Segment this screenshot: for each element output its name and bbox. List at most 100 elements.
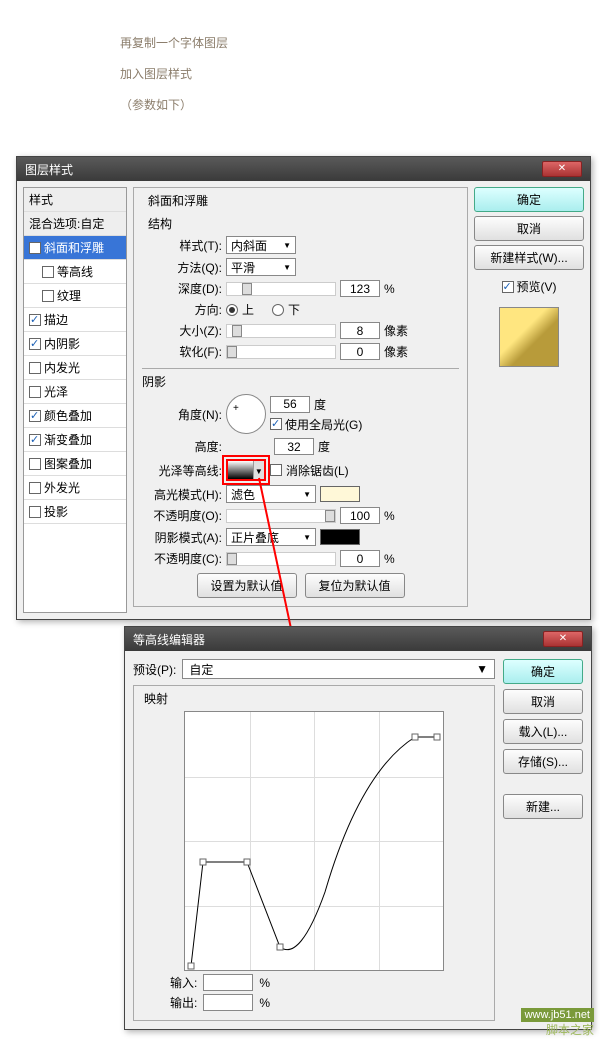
- highlight-mode-label: 高光模式(H):: [142, 486, 222, 503]
- direction-down-radio[interactable]: [272, 304, 284, 316]
- style-item[interactable]: 光泽: [24, 380, 126, 404]
- shadow-color-swatch[interactable]: [320, 529, 360, 545]
- style-checkbox[interactable]: [29, 458, 41, 470]
- method-combo[interactable]: 平滑▼: [226, 258, 296, 276]
- styles-list: 样式 混合选项:自定 斜面和浮雕等高线纹理描边内阴影内发光光泽颜色叠加渐变叠加图…: [23, 187, 127, 613]
- style-checkbox[interactable]: [42, 266, 54, 278]
- style-item[interactable]: 纹理: [24, 284, 126, 308]
- preset-label: 预设(P):: [133, 661, 176, 678]
- output-value[interactable]: [203, 994, 253, 1011]
- depth-input[interactable]: [340, 280, 380, 297]
- chevron-down-icon: ▼: [303, 490, 311, 499]
- global-light-checkbox[interactable]: [270, 418, 282, 430]
- angle-dial[interactable]: [226, 394, 266, 434]
- shadow-opacity-input[interactable]: [340, 550, 380, 567]
- chevron-down-icon: ▼: [253, 461, 264, 479]
- dialog-title: 等高线编辑器: [133, 631, 205, 648]
- style-checkbox[interactable]: [29, 362, 41, 374]
- size-label: 大小(Z):: [142, 322, 222, 339]
- style-item[interactable]: 描边: [24, 308, 126, 332]
- titlebar[interactable]: 图层样式 ✕: [17, 157, 590, 181]
- style-checkbox[interactable]: [29, 482, 41, 494]
- style-checkbox[interactable]: [29, 386, 41, 398]
- dialog-title: 图层样式: [25, 161, 73, 178]
- ok-button[interactable]: 确定: [503, 659, 583, 684]
- close-icon[interactable]: ✕: [542, 161, 582, 177]
- style-combo[interactable]: 内斜面▼: [226, 236, 296, 254]
- cancel-button[interactable]: 取消: [503, 689, 583, 714]
- new-button[interactable]: 新建...: [503, 794, 583, 819]
- structure-title: 结构: [148, 215, 459, 232]
- style-checkbox[interactable]: [29, 242, 41, 254]
- size-input[interactable]: [340, 322, 380, 339]
- soften-slider[interactable]: [226, 345, 336, 359]
- highlight-opacity-input[interactable]: [340, 507, 380, 524]
- style-item-label: 渐变叠加: [44, 431, 92, 448]
- style-item[interactable]: 投影: [24, 500, 126, 524]
- preset-combo[interactable]: 自定▼: [182, 659, 495, 679]
- highlight-opacity-slider[interactable]: [226, 509, 336, 523]
- altitude-input[interactable]: [274, 438, 314, 455]
- load-button[interactable]: 载入(L)...: [503, 719, 583, 744]
- save-button[interactable]: 存储(S)...: [503, 749, 583, 774]
- angle-input[interactable]: [270, 396, 310, 413]
- shadow-mode-label: 阴影模式(A):: [142, 529, 222, 546]
- style-item[interactable]: 等高线: [24, 260, 126, 284]
- watermark: www.jb51.net 脚本之家: [521, 1006, 594, 1038]
- direction-label: 方向:: [142, 301, 222, 318]
- chevron-down-icon: ▼: [283, 263, 291, 272]
- style-item-label: 斜面和浮雕: [44, 239, 104, 256]
- style-item[interactable]: 内阴影: [24, 332, 126, 356]
- style-checkbox[interactable]: [42, 290, 54, 302]
- instruction-text: 再复制一个字体图层 加入图层样式 （参数如下）: [120, 25, 228, 117]
- depth-slider[interactable]: [226, 282, 336, 296]
- style-checkbox[interactable]: [29, 314, 41, 326]
- style-item[interactable]: 图案叠加: [24, 452, 126, 476]
- style-checkbox[interactable]: [29, 410, 41, 422]
- style-item-label: 外发光: [44, 479, 80, 496]
- bevel-panel: 斜面和浮雕 结构 样式(T): 内斜面▼ 方法(Q): 平滑▼ 深度(D): %: [133, 187, 468, 613]
- direction-up-radio[interactable]: [226, 304, 238, 316]
- contour-editor-dialog: 等高线编辑器 ✕ 预设(P): 自定▼ 映射: [124, 626, 592, 1030]
- cancel-button[interactable]: 取消: [474, 216, 584, 241]
- titlebar[interactable]: 等高线编辑器 ✕: [125, 627, 591, 651]
- style-item[interactable]: 渐变叠加: [24, 428, 126, 452]
- input-value[interactable]: [203, 974, 253, 991]
- preview-checkbox[interactable]: [502, 281, 514, 293]
- new-style-button[interactable]: 新建样式(W)...: [474, 245, 584, 270]
- chevron-down-icon: ▼: [476, 662, 488, 676]
- layer-style-dialog: 图层样式 ✕ 样式 混合选项:自定 斜面和浮雕等高线纹理描边内阴影内发光光泽颜色…: [16, 156, 591, 620]
- style-item-label: 等高线: [57, 263, 93, 280]
- size-unit: 像素: [384, 322, 408, 339]
- soften-unit: 像素: [384, 343, 408, 360]
- highlight-mode-combo[interactable]: 滤色▼: [226, 485, 316, 503]
- close-icon[interactable]: ✕: [543, 631, 583, 647]
- ok-button[interactable]: 确定: [474, 187, 584, 212]
- style-item[interactable]: 颜色叠加: [24, 404, 126, 428]
- style-item[interactable]: 外发光: [24, 476, 126, 500]
- style-item-label: 纹理: [57, 287, 81, 304]
- style-item-label: 内阴影: [44, 335, 80, 352]
- style-item-label: 颜色叠加: [44, 407, 92, 424]
- style-checkbox[interactable]: [29, 434, 41, 446]
- style-item[interactable]: 斜面和浮雕: [24, 236, 126, 260]
- input-label: 输入:: [170, 974, 197, 991]
- gloss-contour-label: 光泽等高线:: [142, 462, 222, 479]
- style-label: 样式(T):: [142, 237, 222, 254]
- highlight-color-swatch[interactable]: [320, 486, 360, 502]
- style-checkbox[interactable]: [29, 338, 41, 350]
- antialias-checkbox[interactable]: [270, 464, 282, 476]
- shadow-opacity-slider[interactable]: [226, 552, 336, 566]
- style-item-label: 光泽: [44, 383, 68, 400]
- style-item[interactable]: 内发光: [24, 356, 126, 380]
- style-checkbox[interactable]: [29, 506, 41, 518]
- styles-header[interactable]: 样式: [24, 188, 126, 212]
- preview-thumbnail: [499, 307, 559, 367]
- soften-input[interactable]: [340, 343, 380, 360]
- size-slider[interactable]: [226, 324, 336, 338]
- reset-default-button[interactable]: 复位为默认值: [305, 573, 405, 598]
- curve-canvas[interactable]: [184, 711, 444, 971]
- blend-options-header[interactable]: 混合选项:自定: [24, 212, 126, 236]
- chevron-down-icon: ▼: [283, 241, 291, 250]
- highlight-opacity-label: 不透明度(O):: [142, 507, 222, 524]
